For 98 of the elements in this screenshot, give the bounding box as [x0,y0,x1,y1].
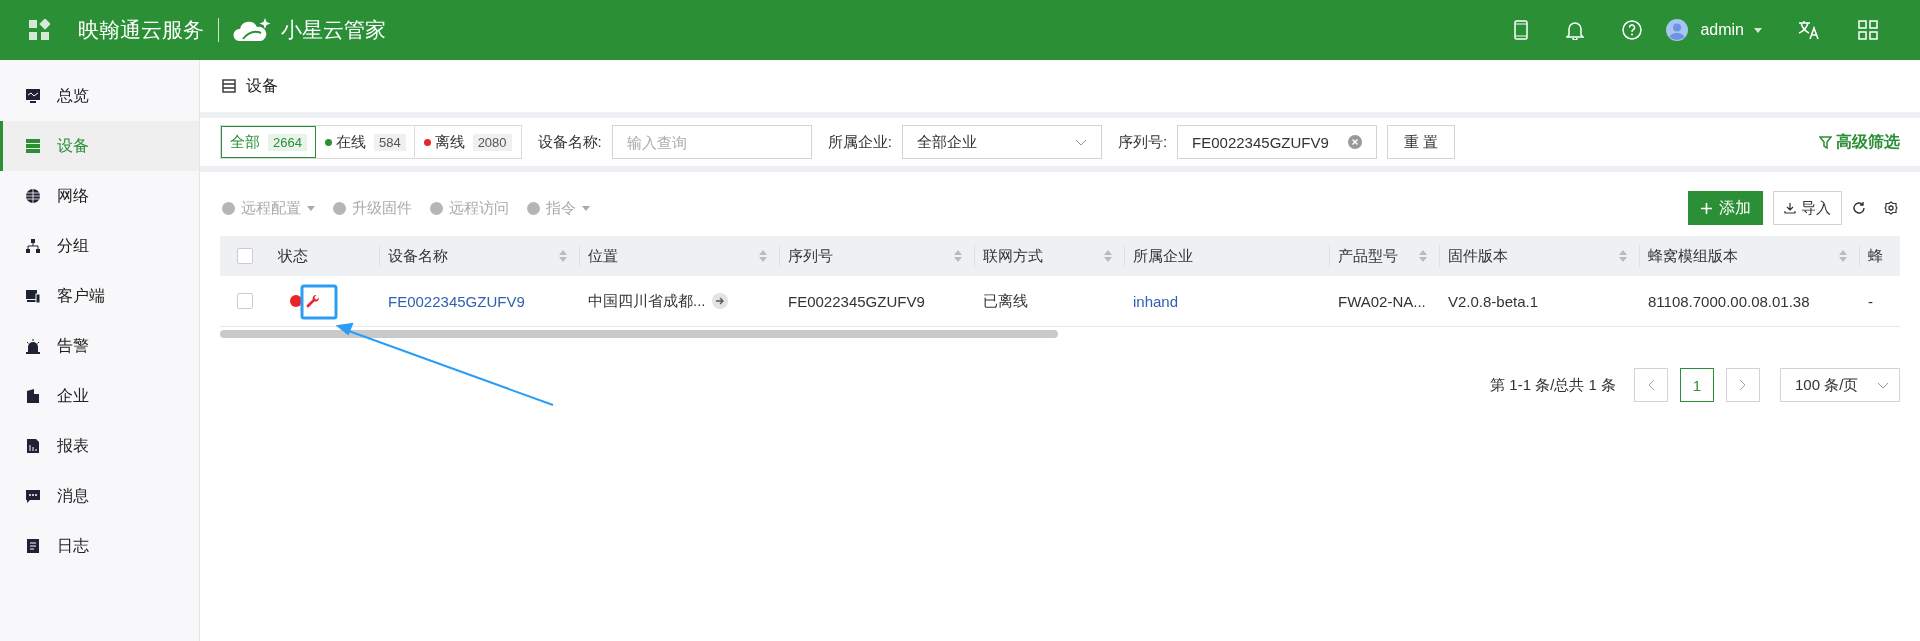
caret-icon[interactable] [1754,27,1762,33]
chevron-right-icon [1739,379,1747,391]
company-select[interactable]: 全部企业 [901,125,1102,159]
user-name[interactable]: admin [1700,21,1744,39]
caret-icon [582,205,590,211]
action-icon [333,201,346,215]
table-link[interactable]: FE0022345GZUFV9 [388,292,525,310]
document-icon [25,538,41,554]
page-title: 设备 [246,75,278,96]
filter-label: 设备名称: [537,132,602,152]
table-cell: 81108.7000.00.08.01.38 [1648,292,1810,310]
add-button[interactable]: 添加 [1688,191,1763,225]
scrollbar-thumb[interactable] [220,330,1058,338]
grid-icon[interactable] [1858,20,1878,40]
globe-icon [25,188,41,204]
serial-field[interactable]: FE0022345GZUFV9 [1177,125,1378,159]
column-header[interactable]: 设备名称 [380,245,580,267]
translate-icon[interactable] [1798,20,1820,40]
wrench-icon [306,294,320,308]
apps-icon[interactable] [28,19,50,41]
sidebar-item[interactable]: 网络 [0,171,199,221]
bell-icon[interactable] [1566,20,1585,40]
column-header[interactable]: 产品型号 [1330,245,1440,267]
page-button[interactable]: 1 [1680,368,1714,402]
status-filter-tab[interactable]: 全部 2664 [221,126,316,158]
clear-icon[interactable] [1348,135,1363,149]
table-cell: FWA02-NA... [1338,292,1426,310]
chevron-left-icon [1647,379,1655,391]
sort-icon[interactable] [759,250,767,262]
chat-icon [25,488,41,504]
settings-icon[interactable] [1884,201,1898,215]
column-header[interactable]: 固件版本 [1440,245,1640,267]
column-header[interactable]: 位置 [580,245,780,267]
chevron-down-icon [1877,381,1889,389]
action-icon [527,201,540,215]
action-icon [430,201,443,215]
sidebar-item[interactable]: 设备 [0,121,199,171]
sidebar-item[interactable]: 企业 [0,371,199,421]
sort-icon[interactable] [1839,250,1847,262]
import-button[interactable]: 导入 [1773,191,1842,225]
select-all-checkbox[interactable] [237,248,253,264]
sidebar-item[interactable]: 分组 [0,221,199,271]
sidebar-item[interactable]: 报表 [0,421,199,471]
table-link[interactable]: inhand [1133,292,1179,310]
row-checkbox[interactable] [237,293,253,309]
download-icon [1784,202,1796,214]
siren-icon [25,338,41,354]
monitor-icon [25,88,41,104]
sort-icon[interactable] [954,250,962,262]
sidebar-item[interactable]: 消息 [0,471,199,521]
sort-icon[interactable] [1104,250,1112,262]
sort-icon[interactable] [1419,250,1427,262]
refresh-icon[interactable] [1852,201,1866,215]
sidebar-item[interactable]: 日志 [0,521,199,571]
device-name-field[interactable]: 输入查询 [611,125,812,159]
hierarchy-icon [25,238,41,254]
column-header[interactable]: 蜂窝模组版本 [1640,245,1860,267]
plus-icon [1700,201,1713,215]
product-name: 小星云管家 [281,17,386,43]
column-header: 所属企业 [1125,245,1330,267]
previous-page-button[interactable] [1634,368,1668,402]
table-cell: 已离线 [983,291,1028,311]
column-header: 蜂 [1867,245,1884,266]
filter-label: 所属企业: [827,132,892,152]
column-header[interactable]: 联网方式 [975,245,1125,267]
avatar-icon[interactable] [1666,19,1689,41]
chevron-down-icon [1074,138,1087,146]
highlight-frame [300,284,338,320]
next-page-button[interactable] [1726,368,1760,402]
sort-icon[interactable] [559,250,567,262]
filter-label: 序列号: [1117,132,1168,152]
pagination-summary: 第 1-1 条/总共 1 条 [1490,375,1616,395]
action-icon [222,201,235,215]
column-header: 状态 [270,245,380,267]
filter-icon[interactable] [1819,135,1832,149]
arrow-right-icon[interactable] [711,293,728,309]
server-icon [25,138,41,154]
advanced-filter-link[interactable]: 高级筛选 [1836,131,1900,153]
table-cell: 中国四川省成都... [588,291,706,311]
report-icon [25,438,41,454]
table-cell: - [1868,292,1873,310]
building-icon [25,388,41,404]
devices-icon [25,288,41,304]
page-size-select[interactable]: 100 条/页 [1780,368,1900,402]
cloud-star-icon [233,17,271,43]
table-cell: V2.0.8-beta.1 [1448,292,1539,310]
help-icon[interactable] [1622,20,1643,40]
caret-icon [307,205,315,211]
brand-name: 映翰通云服务 [78,17,204,43]
sidebar-item[interactable]: 告警 [0,321,199,371]
sidebar-item[interactable]: 总览 [0,71,199,121]
column-header[interactable]: 序列号 [780,245,975,267]
sidebar-item[interactable]: 客户端 [0,271,199,321]
table-cell: FE0022345GZUFV9 [788,292,925,310]
sort-icon[interactable] [1619,250,1627,262]
reset-button[interactable]: 重 置 [1387,125,1456,159]
server-icon [222,79,236,93]
phone-icon[interactable] [1514,20,1529,40]
